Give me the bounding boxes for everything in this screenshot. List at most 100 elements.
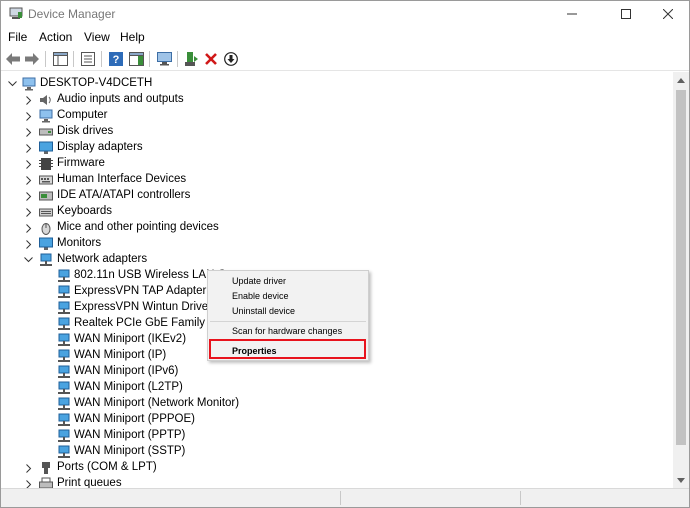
- help-icon: ?: [109, 52, 123, 66]
- tree-item-label: Print queues: [57, 477, 122, 488]
- tree-network-adapter[interactable]: WAN Miniport (PPTP): [1, 428, 401, 444]
- tree-item-label: ExpressVPN Wintun Driver: [74, 301, 213, 313]
- mouse-icon: [41, 223, 51, 235]
- chevron-down-icon[interactable]: [7, 76, 17, 92]
- hid-icon: [39, 175, 53, 185]
- chevron-right-icon[interactable]: [24, 476, 34, 488]
- toolbar-separator: [73, 51, 74, 67]
- tree-item-label: Ports (COM & LPT): [57, 461, 157, 473]
- scroll-down-button[interactable]: [673, 472, 689, 488]
- vertical-scrollbar[interactable]: [673, 72, 689, 488]
- tree-network-adapter[interactable]: WAN Miniport (IPv6): [1, 364, 401, 380]
- tree-item-label: Network adapters: [57, 253, 148, 265]
- context-uninstall-device[interactable]: Uninstall device: [232, 306, 295, 316]
- toolbar: ?: [1, 47, 689, 71]
- window-title: Device Manager: [28, 7, 116, 21]
- chevron-right-icon[interactable]: [24, 236, 34, 252]
- back-button[interactable]: [4, 50, 22, 68]
- chevron-right-icon[interactable]: [24, 460, 34, 476]
- chevron-right-icon[interactable]: [24, 156, 34, 172]
- tree-item-label: Mice and other pointing devices: [57, 221, 219, 233]
- tree-category-hid[interactable]: Human Interface Devices: [1, 172, 401, 188]
- chevron-right-icon[interactable]: [24, 204, 34, 220]
- menu-action[interactable]: Action: [39, 30, 72, 44]
- svg-text:?: ?: [113, 54, 120, 66]
- chevron-right-icon[interactable]: [24, 188, 34, 204]
- speaker-icon: [40, 95, 51, 105]
- toolbar-separator: [149, 51, 150, 67]
- tree-item-label: Realtek PCIe GbE Family Cor: [74, 317, 227, 329]
- menu-help[interactable]: Help: [120, 30, 145, 44]
- tree-category-monitor[interactable]: Monitors: [1, 236, 401, 252]
- tree-item-label: ExpressVPN TAP Adapter: [74, 285, 207, 297]
- context-scan-hardware[interactable]: Scan for hardware changes: [232, 326, 342, 336]
- tree-item-label: WAN Miniport (L2TP): [74, 381, 183, 393]
- properties-highlight-box: [209, 339, 366, 359]
- tree-item-label: Keyboards: [57, 205, 112, 217]
- tree-category-speaker[interactable]: Audio inputs and outputs: [1, 92, 401, 108]
- chevron-right-icon[interactable]: [24, 124, 34, 140]
- tree-root[interactable]: DESKTOP-V4DCETH: [1, 76, 301, 92]
- tree-category-ide[interactable]: IDE ATA/ATAPI controllers: [1, 188, 401, 204]
- nic-icon: [58, 445, 70, 458]
- menu-file[interactable]: File: [8, 30, 27, 44]
- computer-icon: [22, 77, 36, 91]
- add-driver-button[interactable]: [183, 50, 201, 68]
- context-enable-device[interactable]: Enable device: [232, 291, 289, 301]
- tree-network-adapter[interactable]: WAN Miniport (SSTP): [1, 444, 401, 460]
- action-pane-button[interactable]: [127, 50, 145, 68]
- tree-category-network[interactable]: Network adapters: [1, 252, 401, 268]
- title-bar[interactable]: Device Manager: [1, 1, 689, 27]
- tree-item-label: WAN Miniport (IPv6): [74, 365, 179, 377]
- tree-network-adapter[interactable]: WAN Miniport (L2TP): [1, 380, 401, 396]
- scroll-up-button[interactable]: [673, 72, 689, 88]
- firmware-icon: [39, 158, 53, 170]
- properties-button[interactable]: [79, 50, 97, 68]
- tree-category-computer[interactable]: Computer: [1, 108, 401, 124]
- scroll-thumb[interactable]: [676, 90, 686, 445]
- tree-network-adapter[interactable]: WAN Miniport (Network Monitor): [1, 396, 401, 412]
- tree-category-port[interactable]: Ports (COM & LPT): [1, 460, 401, 476]
- context-update-driver[interactable]: Update driver: [232, 276, 286, 286]
- device-manager-window: Device Manager File Action View Help ? D…: [0, 0, 690, 508]
- chevron-right-icon[interactable]: [24, 140, 34, 156]
- tree-category-mouse[interactable]: Mice and other pointing devices: [1, 220, 401, 236]
- tree-network-adapter[interactable]: WAN Miniport (PPPOE): [1, 412, 401, 428]
- properties-icon: [81, 52, 95, 66]
- forward-button[interactable]: [23, 50, 41, 68]
- maximize-button[interactable]: [603, 1, 649, 27]
- nic-icon: [58, 365, 70, 378]
- back-icon: [6, 53, 20, 65]
- tree-category-disk[interactable]: Disk drives: [1, 124, 401, 140]
- menu-view[interactable]: View: [84, 30, 110, 44]
- help-button[interactable]: ?: [107, 50, 125, 68]
- uninstall-icon: [205, 53, 217, 65]
- minimize-button[interactable]: [549, 1, 595, 27]
- tree-item-label: IDE ATA/ATAPI controllers: [57, 189, 191, 201]
- uninstall-button[interactable]: [202, 50, 220, 68]
- tree-category-display[interactable]: Display adapters: [1, 140, 401, 156]
- show-hide-console-tree-button[interactable]: [51, 50, 69, 68]
- tree-category-printer[interactable]: Print queues: [1, 476, 401, 488]
- nic-icon: [58, 269, 70, 282]
- toolbar-separator: [45, 51, 46, 67]
- tree-item-label: Computer: [57, 109, 108, 121]
- chevron-right-icon[interactable]: [24, 172, 34, 188]
- update-driver-button[interactable]: [222, 50, 240, 68]
- add-driver-icon: [185, 52, 198, 66]
- scan-hardware-button[interactable]: [155, 50, 173, 68]
- chevron-right-icon[interactable]: [24, 92, 34, 108]
- nic-icon: [58, 429, 70, 442]
- chevron-down-icon[interactable]: [23, 252, 33, 268]
- tree-root-label: DESKTOP-V4DCETH: [40, 77, 153, 89]
- chevron-right-icon[interactable]: [24, 108, 34, 124]
- close-button[interactable]: [647, 1, 689, 27]
- chevron-right-icon[interactable]: [24, 220, 34, 236]
- tree-category-keyboard[interactable]: Keyboards: [1, 204, 401, 220]
- maximize-icon: [621, 9, 631, 19]
- tree-category-firmware[interactable]: Firmware: [1, 156, 401, 172]
- context-separator: [210, 321, 366, 322]
- tree-item-label: Audio inputs and outputs: [57, 93, 184, 105]
- ide-icon: [39, 191, 53, 201]
- nic-icon: [58, 397, 70, 410]
